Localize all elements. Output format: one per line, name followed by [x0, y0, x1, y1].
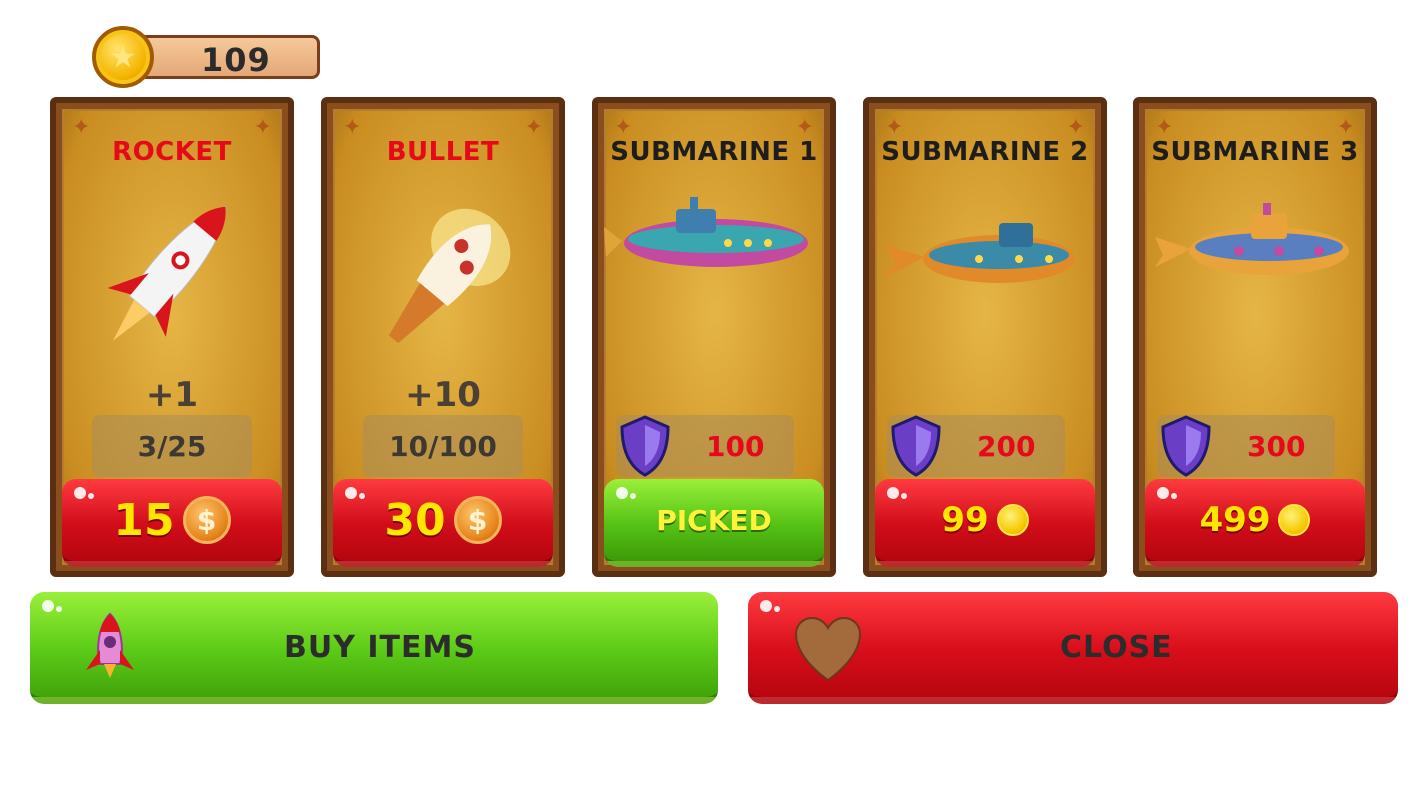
shield-value: 200 — [977, 429, 1036, 463]
shop-card-submarine-3[interactable]: ✦ ✦ SUBMARINE 3 300 499 — [1133, 97, 1377, 577]
coin-count: 109 — [201, 41, 271, 79]
price-label: 499 — [1199, 500, 1271, 540]
bonus-amount: +1 — [145, 375, 199, 415]
submarine-icon — [604, 197, 808, 267]
submarine-icon — [1155, 203, 1349, 275]
submarine-icon — [885, 223, 1075, 283]
bonus-amount: +10 — [405, 375, 481, 415]
shop-card-submarine-2[interactable]: ✦ ✦ SUBMARINE 2 200 99 — [863, 97, 1107, 577]
card-title: ROCKET — [112, 137, 232, 167]
card-title: SUBMARINE 3 — [1151, 137, 1359, 167]
coin-icon — [1278, 504, 1311, 536]
buy-submarine-2-button[interactable]: 99 — [875, 479, 1095, 567]
shield-icon — [1161, 415, 1211, 477]
picked-label: PICKED — [656, 503, 772, 537]
coin-icon — [996, 504, 1029, 536]
price-label: 15 — [113, 494, 175, 546]
shop-card-rocket[interactable]: ✦ ✦ ROCKET +1 3/25 15 $ — [50, 97, 294, 577]
shield-icon — [891, 415, 941, 477]
buy-submarine-3-button[interactable]: 499 — [1145, 479, 1365, 567]
close-button[interactable]: CLOSE — [748, 592, 1398, 704]
dollar-coin-icon: $ — [453, 496, 502, 544]
rocket-icon — [107, 206, 226, 341]
stock-count: 3/25 — [92, 415, 252, 477]
price-label: 99 — [941, 500, 989, 540]
card-title: BULLET — [386, 137, 500, 167]
shield-icon — [620, 415, 670, 477]
heart-icon — [794, 616, 862, 682]
shop-card-bullet[interactable]: ✦ ✦ BULLET +10 10/100 30 $ — [321, 97, 565, 577]
shield-stat: 100 — [616, 415, 794, 477]
dollar-coin-icon: $ — [182, 496, 231, 544]
shield-value: 100 — [706, 429, 765, 463]
star-coin-icon: ★ — [92, 26, 154, 88]
rocket-icon — [86, 612, 134, 678]
buy-items-button[interactable]: BUY ITEMS — [30, 592, 718, 704]
card-title: SUBMARINE 1 — [610, 137, 818, 167]
stock-label: 3/25 — [137, 429, 207, 463]
shield-value: 300 — [1247, 429, 1306, 463]
buy-rocket-button[interactable]: 15 $ — [62, 479, 282, 567]
stock-count: 10/100 — [363, 415, 523, 477]
shield-stat: 300 — [1157, 415, 1335, 477]
card-title: SUBMARINE 2 — [881, 137, 1089, 167]
buy-bullet-button[interactable]: 30 $ — [333, 479, 553, 567]
buy-items-label: BUY ITEMS — [284, 630, 476, 665]
shop-card-submarine-1[interactable]: ✦ ✦ SUBMARINE 1 100 PICKED — [592, 97, 836, 577]
stock-label: 10/100 — [389, 429, 497, 463]
shield-stat: 200 — [887, 415, 1065, 477]
picked-button[interactable]: PICKED — [604, 479, 824, 567]
bullet-icon — [388, 208, 511, 344]
price-label: 30 — [384, 494, 446, 546]
close-label: CLOSE — [1060, 630, 1173, 665]
